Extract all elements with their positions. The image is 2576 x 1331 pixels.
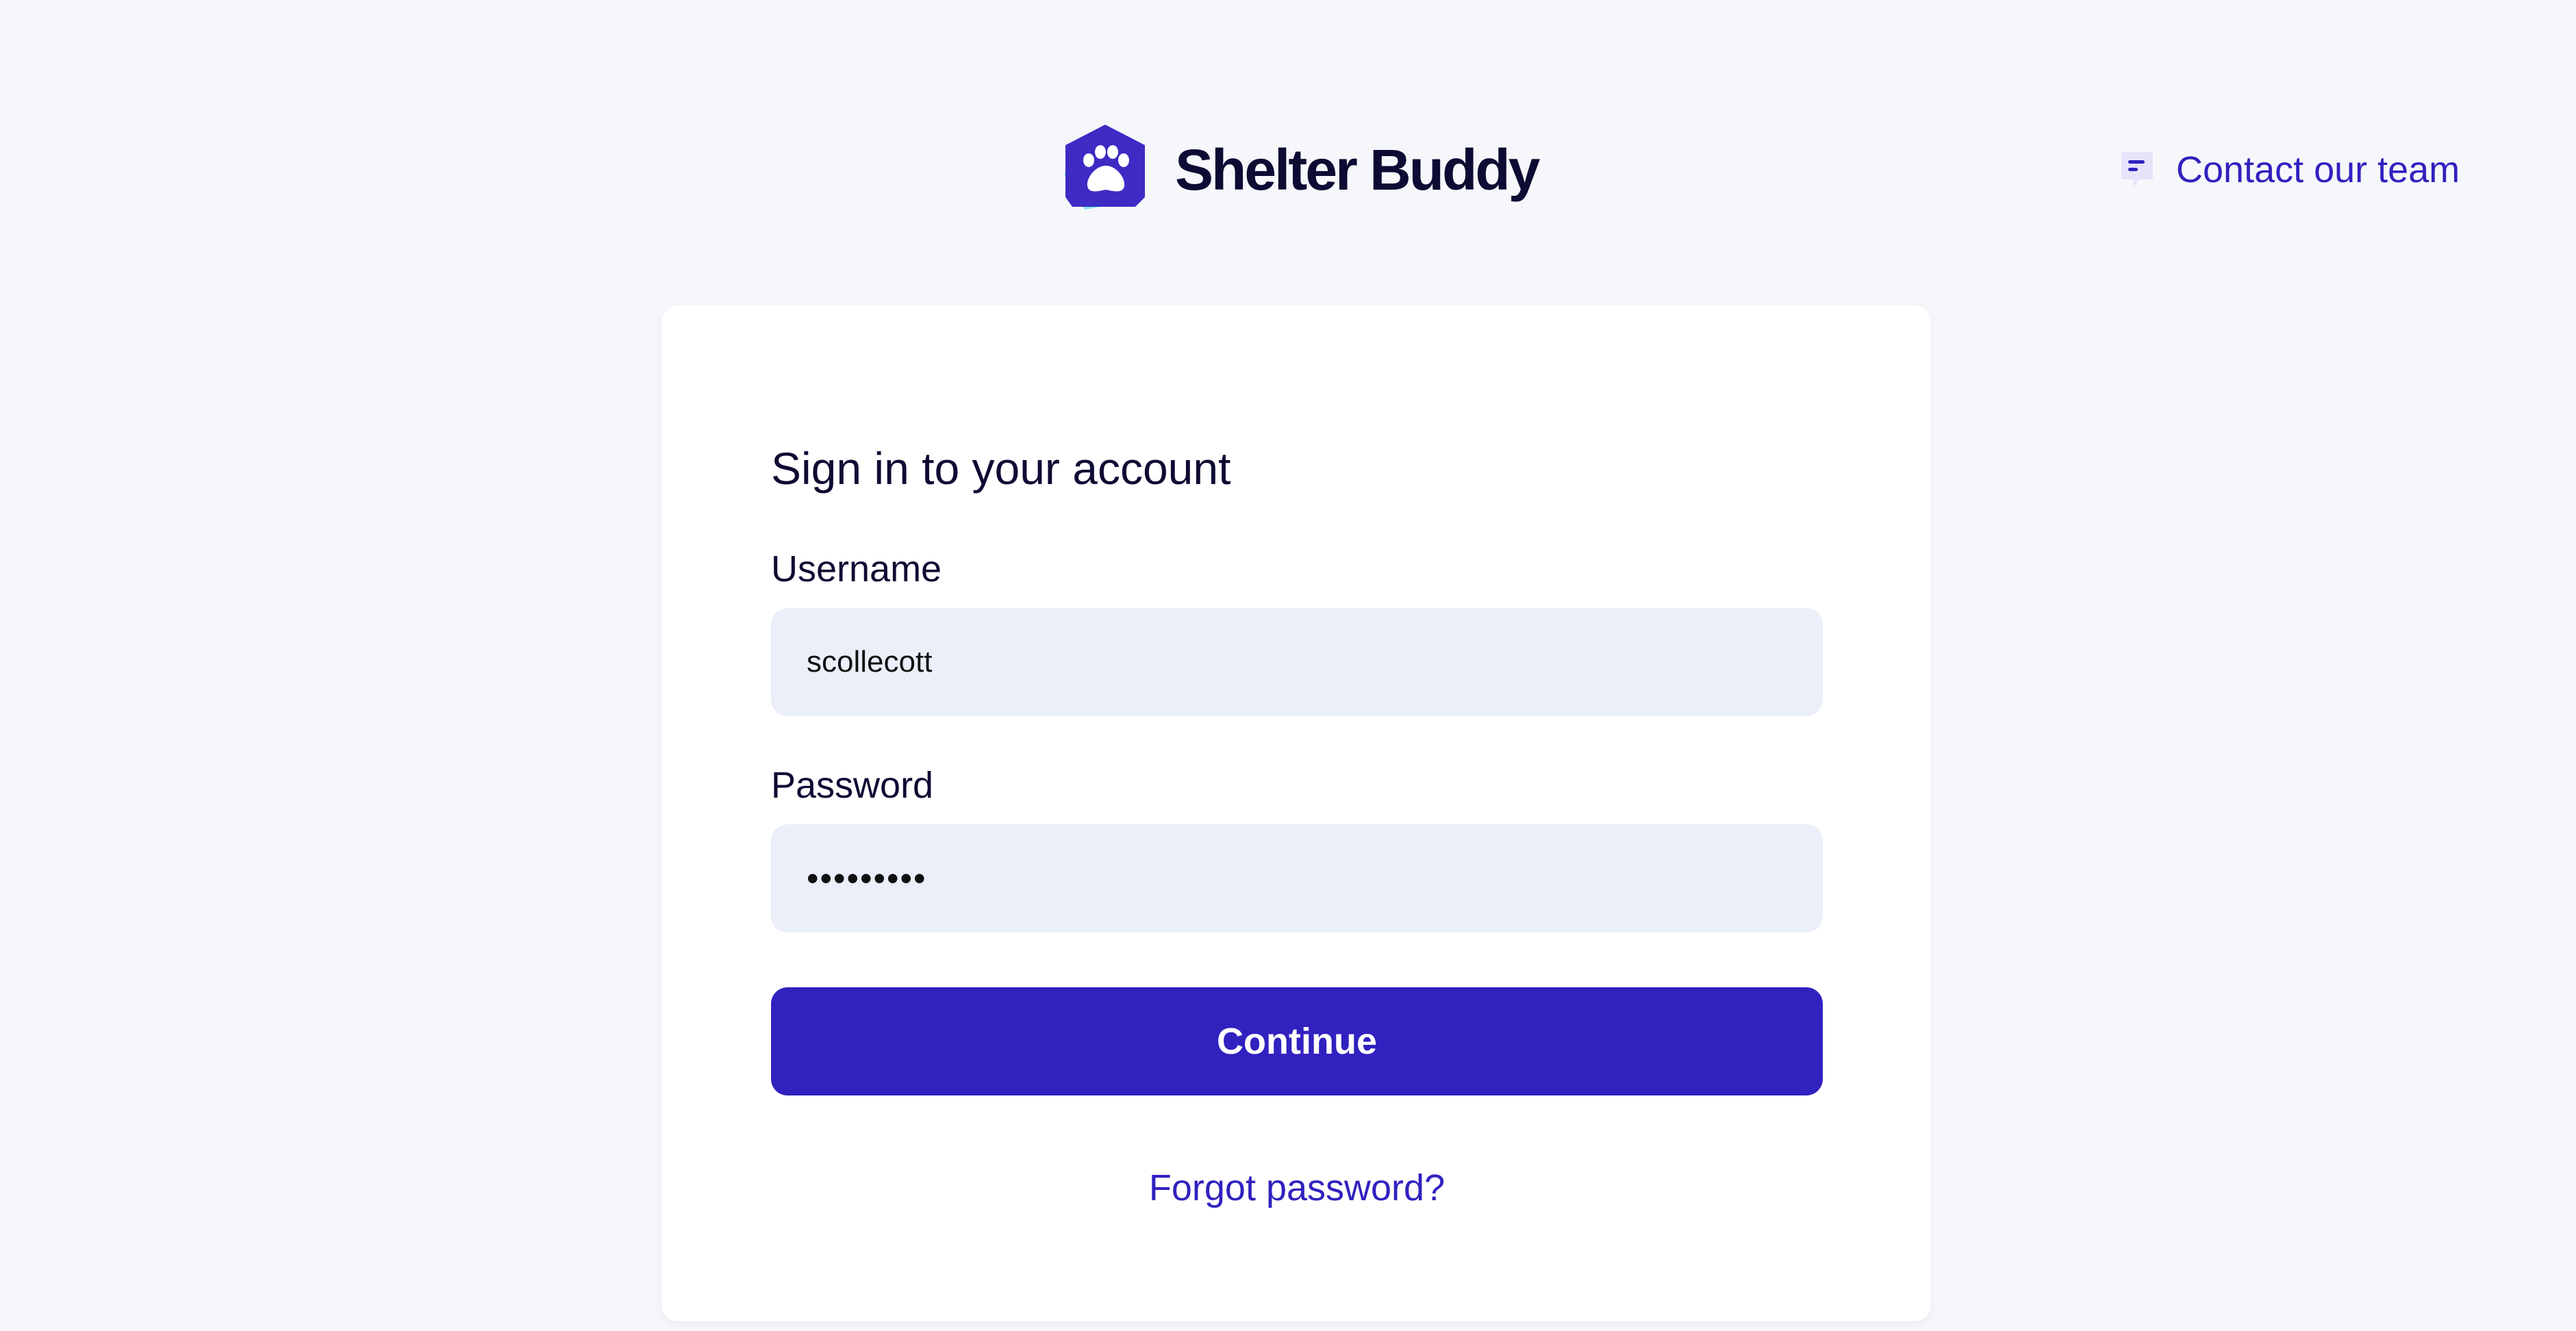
brand: Shelter Buddy [1060,123,1540,216]
contact-team-label: Contact our team [2176,149,2460,190]
forgot-password-link[interactable]: Forgot password? [771,1167,1823,1209]
page-title: Sign in to your account [771,443,1231,494]
chat-bubble-icon [2121,152,2153,188]
password-input[interactable] [771,824,1823,933]
password-label: Password [771,765,934,806]
username-input[interactable] [771,608,1823,716]
contact-team-link[interactable]: Contact our team [2119,148,2460,192]
continue-button[interactable]: Continue [771,987,1823,1095]
brand-name: Shelter Buddy [1175,137,1540,202]
paw-icon [1064,125,1145,210]
username-label: Username [771,548,942,590]
sign-in-card: Sign in to your account Username Passwor… [661,305,1931,1321]
